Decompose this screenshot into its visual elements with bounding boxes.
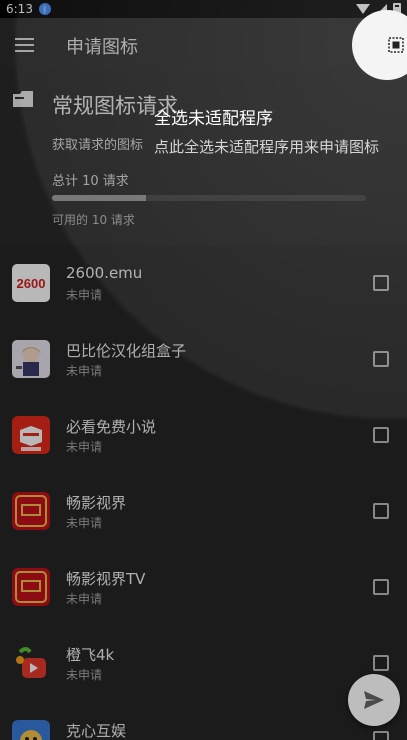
app-list: 2600 2600.emu 未申请 巴比伦汉化组盒子 未申请 必看免费小说 未申请 畅影视界未…: [0, 245, 407, 740]
app-select-checkbox[interactable]: [373, 503, 389, 519]
app-request-status: 未申请: [66, 592, 103, 606]
app-name: 橙飞4k: [66, 646, 115, 664]
card-title: 常规图标请求: [52, 94, 178, 118]
progress-fill: [52, 195, 147, 201]
app-list-item[interactable]: 巴比伦汉化组盒子未申请: [0, 321, 407, 397]
svg-text:2600: 2600: [17, 276, 46, 291]
red-book-icon: [12, 416, 50, 454]
send-request-button[interactable]: [348, 674, 400, 726]
emu-2600-icon: 2600: [12, 264, 50, 302]
request-progress-bar: [52, 195, 366, 201]
app-list-item[interactable]: 畅影视界 未申请: [0, 473, 407, 549]
play-tv-icon: [12, 644, 50, 682]
app-request-status: 未申请: [66, 516, 103, 530]
send-icon: [364, 691, 384, 709]
request-summary-card: 常规图标请求 获取请求的图标 总计 10 请求 可用的 10 请求: [0, 70, 407, 245]
menu-icon[interactable]: [15, 38, 34, 52]
app-title: 申请图标: [66, 37, 138, 58]
app-name: 克心互娱: [66, 722, 127, 740]
app-list-item[interactable]: 2600 2600.emu 未申请: [0, 245, 407, 321]
folder-icon: [13, 91, 33, 107]
red-gold-frame-icon: [12, 492, 50, 530]
card-available: 可用的 10 请求: [52, 213, 135, 227]
app-list-item[interactable]: 畅影视界TV 未申请: [0, 549, 407, 625]
app-name: 必看免费小说: [66, 418, 157, 436]
app-select-checkbox[interactable]: [373, 731, 389, 740]
app-select-checkbox[interactable]: [373, 427, 389, 443]
app-name: 畅影视界TV: [66, 570, 146, 588]
app-request-status: 未申请: [66, 668, 103, 682]
card-subtitle: 获取请求的图标: [52, 138, 144, 153]
status-bar: 6:13 ᛒ: [0, 0, 407, 18]
select-all-icon: [388, 37, 404, 53]
app-list-item[interactable]: 必看免费小说 未申请: [0, 397, 407, 473]
app-select-checkbox[interactable]: [373, 579, 389, 595]
app-request-status: 未申请: [66, 364, 103, 378]
app-select-checkbox[interactable]: [373, 275, 389, 291]
app-list-item[interactable]: 橙飞4k 未申请: [0, 625, 407, 701]
red-gold-frame-icon: [12, 568, 50, 606]
app-name: 巴比伦汉化组盒子: [66, 342, 187, 360]
app-bar: 申请图标: [0, 18, 407, 70]
app-select-checkbox[interactable]: [373, 351, 389, 367]
app-request-status: 未申请: [66, 288, 103, 302]
app-request-status: 未申请: [66, 440, 103, 454]
app-select-checkbox[interactable]: [373, 655, 389, 671]
cartoon-icon: [12, 720, 50, 740]
app-name: 2600.emu: [66, 264, 143, 282]
anime-girl-icon: [12, 340, 50, 378]
wifi-icon: [356, 4, 370, 14]
bluetooth-icon: ᛒ: [38, 3, 51, 15]
app-list-item[interactable]: 克心互娱: [0, 701, 407, 740]
app-name: 畅影视界: [66, 494, 127, 512]
status-time: 6:13: [6, 2, 33, 16]
card-total: 总计 10 请求: [52, 174, 129, 189]
